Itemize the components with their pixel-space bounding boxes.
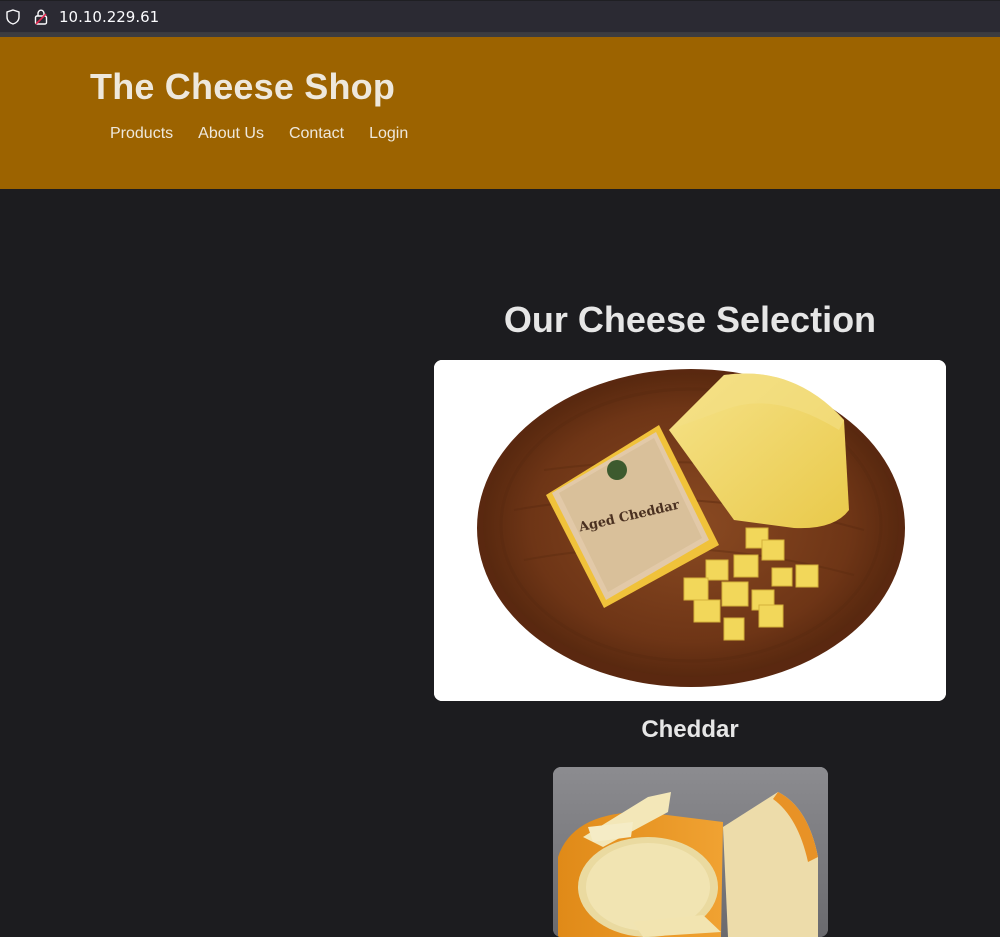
site-title: The Cheese Shop — [90, 66, 396, 107]
product-name-cheddar: Cheddar — [641, 716, 739, 743]
browser-toolbar: 10.10.229.61 — [0, 0, 1000, 33]
section-title: Our Cheese Selection — [503, 299, 877, 340]
nav-link-login[interactable]: Login — [369, 125, 408, 143]
gouda-product-image — [553, 767, 828, 937]
url-text[interactable]: 10.10.229.61 — [59, 8, 159, 26]
address-bar[interactable]: 10.10.229.61 — [0, 1, 1000, 32]
site-header: The Cheese Shop Products About Us Contac… — [0, 37, 1000, 189]
nav-link-about-us[interactable]: About Us — [198, 125, 264, 143]
nav-link-products[interactable]: Products — [110, 125, 173, 143]
nav-link-contact[interactable]: Contact — [289, 125, 344, 143]
lock-insecure-icon[interactable] — [34, 9, 48, 25]
shield-icon[interactable] — [6, 9, 20, 25]
main-nav: Products About Us Contact Login — [110, 125, 433, 143]
gouda-wheel-photo — [553, 767, 828, 937]
aged-cheddar-photo: Aged Cheddar — [434, 360, 946, 701]
cheddar-product-image: Aged Cheddar — [434, 360, 946, 701]
